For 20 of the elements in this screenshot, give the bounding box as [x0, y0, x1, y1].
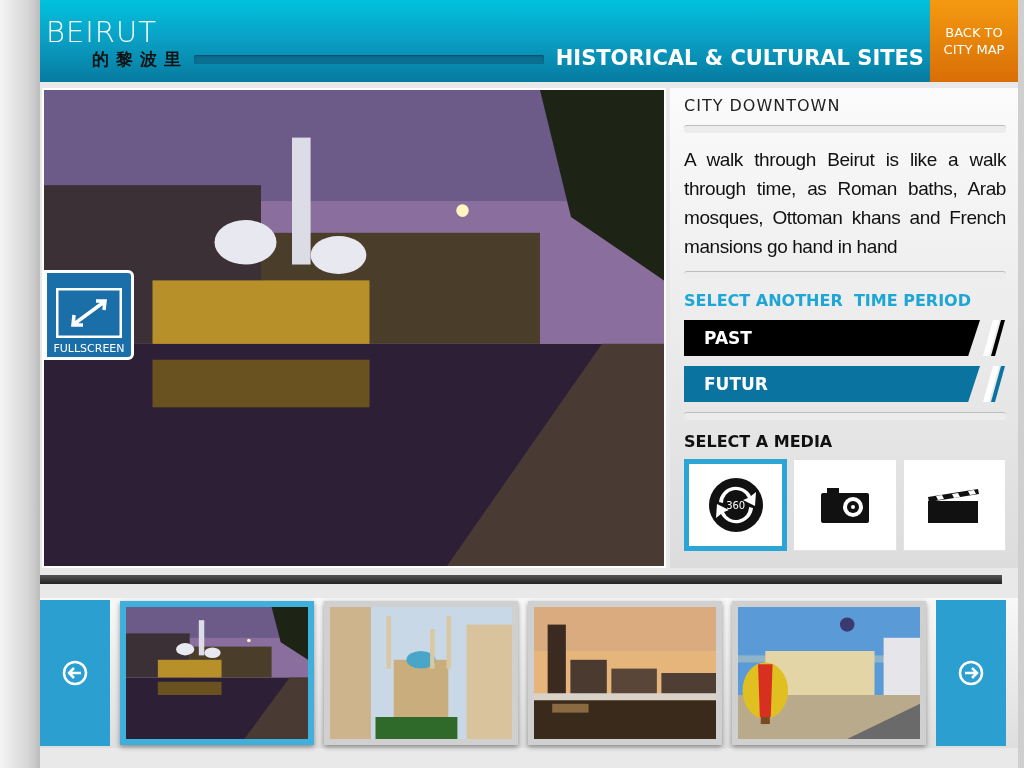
place-description: A walk through Beirut is like a walk through time, as Roman baths, Arab mosques, Ottoman khans and French mansions go hand in hand — [684, 148, 1006, 259]
slash-stripes-icon — [980, 366, 1006, 402]
expand-arrow-icon — [56, 288, 122, 338]
section-title: HISTORICAL & CULTURAL SITES — [555, 46, 924, 70]
city-title: BEIRUT — [46, 16, 158, 48]
camera-icon — [819, 485, 872, 525]
time-period-button[interactable]: FUTUR — [684, 366, 980, 402]
media-option[interactable] — [793, 459, 897, 551]
place-heading: CITY DOWNTOWN — [684, 96, 842, 115]
slash-stripes-icon — [980, 320, 1006, 356]
time-period-heading: SELECT ANOTHER TIME PERIOD — [684, 291, 972, 310]
media-option[interactable]: 360 — [684, 459, 788, 551]
back-to-map-button[interactable]: BACK TO CITY MAP — [930, 0, 1018, 82]
city-subtitle: 的黎波里 — [92, 48, 188, 70]
media-option[interactable] — [902, 459, 1006, 551]
icon-label: 360 — [726, 499, 746, 511]
time-period-button[interactable]: PAST — [684, 320, 980, 356]
fullscreen-button[interactable]: FULLSCREEN — [44, 270, 134, 360]
rotate-arrows-icon — [706, 476, 765, 534]
media-heading: SELECT A MEDIA — [684, 432, 834, 451]
